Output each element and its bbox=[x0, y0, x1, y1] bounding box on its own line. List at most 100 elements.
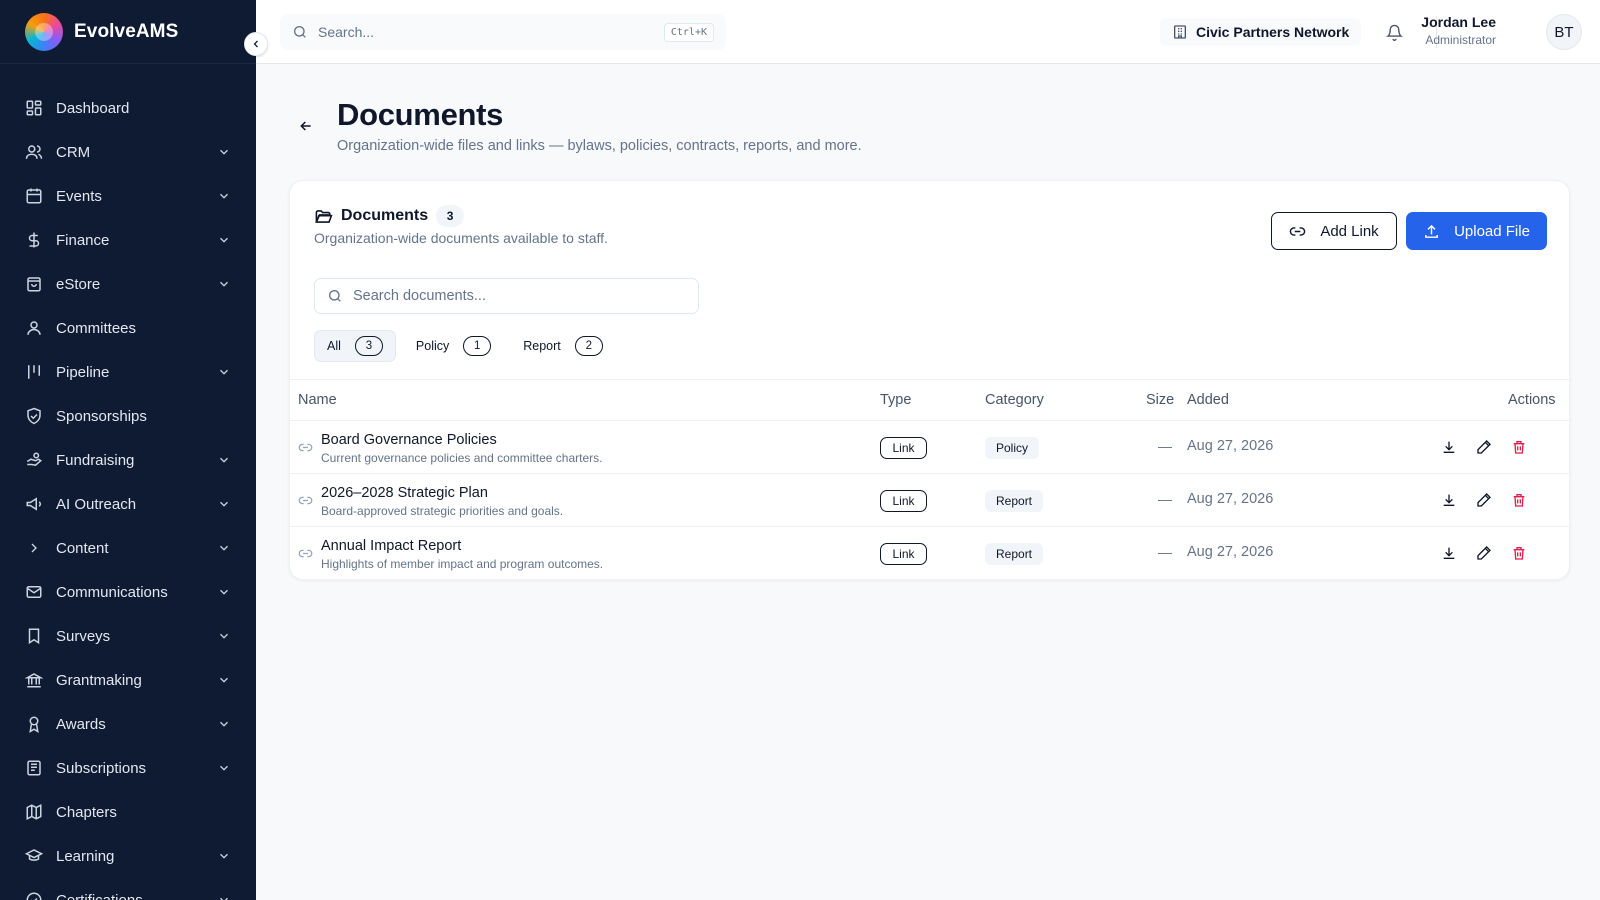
sidebar-item-estore[interactable]: eStore bbox=[0, 262, 256, 306]
documents-card: Documents 3 Organization-wide documents … bbox=[289, 180, 1571, 580]
back-button[interactable] bbox=[296, 116, 316, 136]
delete-trash-icon[interactable] bbox=[1510, 491, 1528, 509]
category-badge: Report bbox=[985, 490, 1044, 512]
organization-name: Civic Partners Network bbox=[1196, 24, 1350, 40]
brand[interactable]: EvolveAMS bbox=[0, 0, 256, 64]
sidebar-item-pipeline[interactable]: Pipeline bbox=[0, 350, 256, 394]
award-icon bbox=[24, 714, 44, 734]
add-link-button[interactable]: Add Link bbox=[1271, 212, 1397, 250]
filter-policy[interactable]: Policy 1 bbox=[404, 330, 503, 362]
sidebar-item-label: Fundraising bbox=[56, 451, 135, 469]
download-icon[interactable] bbox=[1440, 491, 1458, 509]
column-header-type[interactable]: Type bbox=[880, 392, 911, 408]
table-row[interactable]: Annual Impact Report Highlights of membe… bbox=[290, 527, 1571, 580]
upload-file-button[interactable]: Upload File bbox=[1406, 212, 1547, 250]
organization-switcher[interactable]: Civic Partners Network bbox=[1160, 18, 1362, 46]
sidebar-item-ai-outreach[interactable]: AI Outreach bbox=[0, 482, 256, 526]
chevron-left-icon bbox=[250, 38, 262, 50]
sidebar-item-chapters[interactable]: Chapters bbox=[0, 790, 256, 834]
users-icon bbox=[24, 142, 44, 162]
chevron-down-icon bbox=[216, 848, 232, 864]
sidebar-nav: Dashboard CRM Events Finance eStore Comm… bbox=[0, 64, 256, 900]
sidebar-item-finance[interactable]: Finance bbox=[0, 218, 256, 262]
edit-pencil-icon[interactable] bbox=[1475, 544, 1493, 562]
filter-count: 3 bbox=[354, 336, 383, 356]
avatar[interactable]: BT bbox=[1546, 14, 1582, 50]
bell-icon bbox=[1385, 24, 1403, 41]
arrow-left-icon bbox=[298, 118, 314, 134]
delete-trash-icon[interactable] bbox=[1510, 544, 1528, 562]
download-icon[interactable] bbox=[1440, 438, 1458, 456]
document-title[interactable]: Board Governance Policies bbox=[321, 432, 602, 448]
documents-search-input[interactable] bbox=[353, 288, 683, 304]
chevron-down-icon bbox=[216, 672, 232, 688]
edit-pencil-icon[interactable] bbox=[1475, 491, 1493, 509]
sidebar-item-content[interactable]: Content bbox=[0, 526, 256, 570]
sidebar-item-communications[interactable]: Communications bbox=[0, 570, 256, 614]
category-filters: All 3 Policy 1 Report 2 bbox=[314, 330, 623, 362]
added-date-cell: Aug 27, 2026 bbox=[1187, 544, 1274, 560]
size-cell: — bbox=[1158, 491, 1172, 507]
edit-pencil-icon[interactable] bbox=[1475, 438, 1493, 456]
filter-all[interactable]: All 3 bbox=[314, 330, 396, 362]
shield-handshake-icon bbox=[24, 406, 44, 426]
card-description: Organization-wide documents available to… bbox=[314, 230, 608, 246]
column-header-added[interactable]: Added bbox=[1187, 392, 1229, 408]
user-menu[interactable]: Jordan Lee Administrator bbox=[1421, 14, 1496, 47]
chevron-down-icon bbox=[216, 364, 232, 380]
sidebar-item-certifications[interactable]: Certifications bbox=[0, 878, 256, 900]
sidebar-item-label: AI Outreach bbox=[56, 495, 137, 513]
sidebar-item-dashboard[interactable]: Dashboard bbox=[0, 86, 256, 130]
chevron-down-icon bbox=[216, 584, 232, 600]
chevron-down-icon bbox=[216, 452, 232, 468]
sidebar-item-learning[interactable]: Learning bbox=[0, 834, 256, 878]
sidebar-item-label: Awards bbox=[56, 715, 106, 733]
filter-report[interactable]: Report 2 bbox=[511, 330, 615, 362]
user-name: Jordan Lee bbox=[1421, 14, 1496, 30]
download-icon[interactable] bbox=[1440, 544, 1458, 562]
column-header-size[interactable]: Size bbox=[1146, 392, 1174, 408]
chevron-down-icon bbox=[216, 628, 232, 644]
sidebar-item-committees[interactable]: Committees bbox=[0, 306, 256, 350]
column-header-actions: Actions bbox=[1508, 392, 1556, 408]
sidebar-item-surveys[interactable]: Surveys bbox=[0, 614, 256, 658]
dollar-icon bbox=[24, 230, 44, 250]
sidebar-collapse-button[interactable] bbox=[244, 32, 268, 56]
filter-count: 2 bbox=[574, 336, 603, 356]
global-search-placeholder: Search... bbox=[318, 24, 375, 40]
category-badge: Policy bbox=[985, 437, 1040, 459]
documents-search[interactable] bbox=[314, 278, 699, 314]
sidebar-item-grantmaking[interactable]: Grantmaking bbox=[0, 658, 256, 702]
sidebar-item-events[interactable]: Events bbox=[0, 174, 256, 218]
folder-open-icon bbox=[314, 207, 333, 226]
sidebar-item-crm[interactable]: CRM bbox=[0, 130, 256, 174]
document-name-cell: Annual Impact Report Highlights of membe… bbox=[298, 538, 603, 571]
sidebar-item-label: Surveys bbox=[56, 627, 111, 645]
delete-trash-icon[interactable] bbox=[1510, 438, 1528, 456]
table-row[interactable]: Board Governance Policies Current govern… bbox=[290, 421, 1571, 474]
map-icon bbox=[24, 802, 44, 822]
brand-name: EvolveAMS bbox=[74, 20, 179, 42]
column-header-name[interactable]: Name bbox=[298, 392, 337, 408]
upload-file-label: Upload File bbox=[1454, 222, 1530, 240]
bookmark-icon bbox=[24, 626, 44, 646]
document-title[interactable]: Annual Impact Report bbox=[321, 538, 603, 554]
sidebar-item-subscriptions[interactable]: Subscriptions bbox=[0, 746, 256, 790]
chevron-right-icon bbox=[24, 538, 44, 558]
document-title[interactable]: 2026–2028 Strategic Plan bbox=[321, 485, 563, 501]
category-badge: Report bbox=[985, 543, 1044, 565]
added-date-cell: Aug 27, 2026 bbox=[1187, 491, 1274, 507]
sidebar-item-fundraising[interactable]: Fundraising bbox=[0, 438, 256, 482]
sidebar-item-awards[interactable]: Awards bbox=[0, 702, 256, 746]
page-subtitle: Organization-wide files and links — byla… bbox=[337, 138, 862, 154]
column-header-category[interactable]: Category bbox=[985, 392, 1044, 408]
table-row[interactable]: 2026–2028 Strategic Plan Board-approved … bbox=[290, 474, 1571, 527]
kanban-icon bbox=[24, 362, 44, 382]
global-search-input[interactable]: Search... Ctrl+K bbox=[280, 14, 726, 50]
chevron-down-icon bbox=[216, 540, 232, 556]
sidebar-item-sponsorships[interactable]: Sponsorships bbox=[0, 394, 256, 438]
newspaper-icon bbox=[24, 758, 44, 778]
document-name-cell: Board Governance Policies Current govern… bbox=[298, 432, 602, 465]
link-icon bbox=[298, 493, 313, 508]
notifications-button[interactable] bbox=[1384, 22, 1404, 42]
